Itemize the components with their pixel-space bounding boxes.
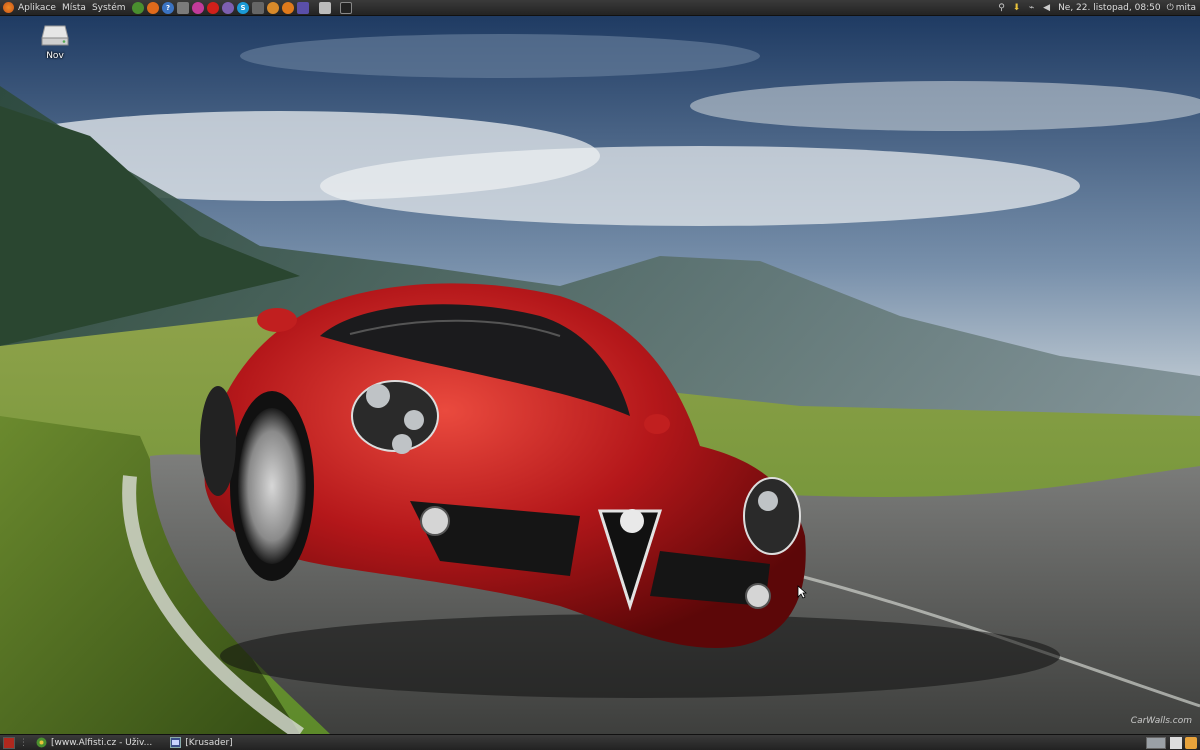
calculator-icon[interactable] bbox=[177, 1, 189, 14]
launcher-bar: ? S bbox=[131, 1, 354, 14]
skype-icon[interactable]: S bbox=[237, 1, 249, 14]
krusader-icon bbox=[170, 737, 182, 748]
picasa-icon[interactable] bbox=[192, 1, 204, 14]
trash-icon[interactable] bbox=[1185, 736, 1197, 749]
workspace-switcher bbox=[1146, 736, 1200, 749]
show-desktop-button[interactable] bbox=[3, 736, 15, 749]
network-tool-icon[interactable] bbox=[252, 1, 264, 14]
pidgin-icon[interactable] bbox=[222, 1, 234, 14]
gimp-icon[interactable] bbox=[267, 1, 279, 14]
terminal-icon[interactable] bbox=[340, 1, 352, 14]
user-menu[interactable]: ⏻ mita bbox=[1167, 3, 1196, 13]
browser-icon bbox=[36, 737, 47, 748]
user-name: mita bbox=[1175, 2, 1196, 13]
firefox-icon[interactable] bbox=[147, 1, 159, 14]
system-menu[interactable]: Systém bbox=[89, 0, 129, 16]
applications-menu[interactable]: Aplikace bbox=[0, 0, 59, 16]
taskbar-item-label: [Krusader] bbox=[185, 737, 233, 748]
desktop-wallpaper bbox=[0, 16, 1200, 734]
system-menu-label: Systém bbox=[91, 2, 126, 13]
network-icon[interactable]: ⌁ bbox=[1026, 2, 1037, 13]
places-menu[interactable]: Místa bbox=[59, 0, 89, 16]
taskbar-item-browser[interactable]: [www.Alfisti.cz - Uživ... bbox=[32, 736, 156, 750]
mouse-cursor-icon bbox=[797, 585, 807, 599]
top-panel: Aplikace Místa Systém ? S ⚲ ⬇ ⌁ ◀ Ne, 22… bbox=[0, 0, 1200, 16]
fox-icon[interactable] bbox=[282, 1, 294, 14]
chrome-icon[interactable] bbox=[132, 1, 144, 14]
accessibility-icon[interactable]: ⚲ bbox=[996, 2, 1007, 13]
video-editor-icon[interactable] bbox=[297, 1, 309, 14]
places-menu-label: Místa bbox=[61, 2, 86, 13]
volume-icon[interactable]: ◀ bbox=[1041, 2, 1052, 13]
download-icon[interactable]: ⬇ bbox=[1011, 2, 1022, 13]
printer-icon[interactable] bbox=[318, 1, 331, 14]
clock[interactable]: Ne, 22. listopad, 08:50 bbox=[1058, 3, 1161, 13]
workspace-1[interactable] bbox=[1146, 736, 1166, 749]
system-tray: ⚲ ⬇ ⌁ ◀ Ne, 22. listopad, 08:50 ⏻ mita bbox=[994, 0, 1200, 16]
wallpaper-watermark: CarWalls.com bbox=[1130, 716, 1192, 726]
desktop-icon-nov[interactable]: Nov bbox=[33, 24, 77, 61]
workspace-2[interactable] bbox=[1170, 736, 1182, 749]
ubuntu-logo-icon bbox=[3, 2, 14, 13]
applications-menu-label: Aplikace bbox=[18, 2, 56, 13]
taskbar-item-label: [www.Alfisti.cz - Uživ... bbox=[51, 737, 153, 748]
desktop-icon-label: Nov bbox=[46, 51, 64, 61]
help-icon[interactable]: ? bbox=[162, 1, 174, 14]
opera-icon[interactable] bbox=[207, 1, 219, 14]
power-icon: ⏻ bbox=[1166, 2, 1174, 13]
bottom-panel: ⋮ [www.Alfisti.cz - Uživ... [Krusader] bbox=[0, 734, 1200, 750]
panel-handle-icon[interactable]: ⋮ bbox=[19, 738, 28, 748]
taskbar-item-krusader[interactable]: [Krusader] bbox=[166, 736, 236, 750]
drive-icon bbox=[41, 25, 69, 46]
